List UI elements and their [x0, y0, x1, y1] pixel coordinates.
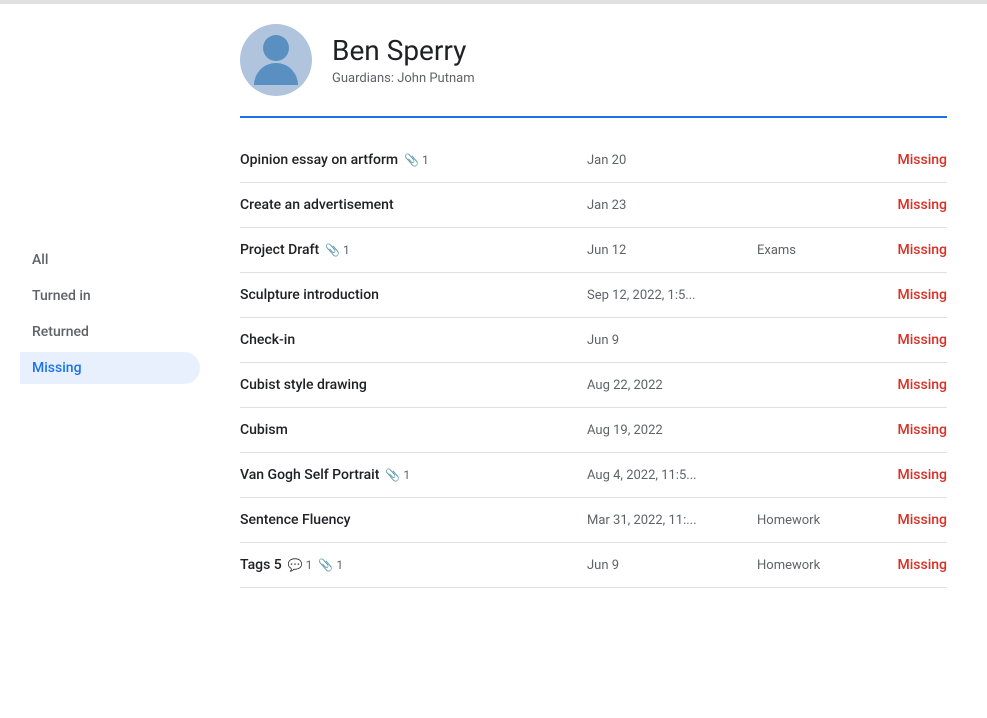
assignment-category: Exams	[757, 243, 857, 258]
table-row[interactable]: Cubism Aug 19, 2022 Missing	[240, 408, 947, 453]
assignment-title: Create an advertisement	[240, 197, 577, 213]
assignment-category: Homework	[757, 558, 857, 573]
table-row[interactable]: Tags 5💬 1📎 1Jun 9HomeworkMissing	[240, 543, 947, 588]
assignment-status: Missing	[867, 467, 947, 483]
profile-section: Ben Sperry Guardians: John Putnam	[240, 24, 947, 118]
assignment-status: Missing	[867, 422, 947, 438]
assignment-category: Homework	[757, 513, 857, 528]
assignment-status: Missing	[867, 512, 947, 528]
avatar-icon	[254, 35, 298, 85]
attachment-icon: 📎 1	[385, 468, 410, 482]
attachment-icon: 📎 1	[325, 243, 350, 257]
assignment-status: Missing	[867, 332, 947, 348]
comment-icon: 💬 1	[288, 558, 313, 572]
table-row[interactable]: Sentence Fluency Mar 31, 2022, 11:... Home…	[240, 498, 947, 543]
content-area: Ben Sperry Guardians: John Putnam Opinio…	[200, 24, 987, 588]
assignment-date: Jun 12	[587, 243, 747, 258]
assignment-date: Jun 9	[587, 558, 747, 573]
assignment-status: Missing	[867, 557, 947, 573]
profile-name: Ben Sperry	[332, 34, 475, 67]
assignment-date: Aug 19, 2022	[587, 423, 747, 438]
assignment-date: Aug 22, 2022	[587, 378, 747, 393]
assignment-date: Jan 20	[587, 153, 747, 168]
sidebar-item-missing[interactable]: Missing	[20, 352, 200, 384]
assignment-status: Missing	[867, 242, 947, 258]
sidebar-item-turned-in[interactable]: Turned in	[20, 280, 200, 312]
avatar-body	[254, 63, 298, 85]
profile-info: Ben Sperry Guardians: John Putnam	[332, 34, 475, 86]
assignment-status: Missing	[867, 377, 947, 393]
assignment-title: Cubist style drawing	[240, 377, 577, 393]
assignment-title: Sculpture introduction	[240, 287, 577, 303]
attachment-icon: 📎 1	[404, 153, 429, 167]
assignment-title: Sentence Fluency	[240, 512, 577, 528]
assignment-title: Cubism	[240, 422, 577, 438]
avatar	[240, 24, 312, 96]
assignment-status: Missing	[867, 152, 947, 168]
assignment-status: Missing	[867, 197, 947, 213]
attachment-icon: 📎 1	[318, 558, 343, 572]
assignment-title: Tags 5💬 1📎 1	[240, 557, 577, 573]
sidebar-item-all[interactable]: All	[20, 244, 200, 276]
table-row[interactable]: Cubist style drawing Aug 22, 2022 Missing	[240, 363, 947, 408]
avatar-head	[263, 35, 289, 61]
assignment-title: Van Gogh Self Portrait📎 1	[240, 467, 577, 483]
assignment-date: Jun 9	[587, 333, 747, 348]
sidebar: All Turned in Returned Missing	[0, 24, 200, 588]
assignment-date: Mar 31, 2022, 11:...	[587, 513, 747, 528]
assignment-title: Opinion essay on artform📎 1	[240, 152, 577, 168]
assignment-title: Check-in	[240, 332, 577, 348]
table-row[interactable]: Project Draft📎 1 Jun 12 Exams Missing	[240, 228, 947, 273]
table-row[interactable]: Check-in Jun 9 Missing	[240, 318, 947, 363]
table-row[interactable]: Opinion essay on artform📎 1 Jan 20 Missing	[240, 138, 947, 183]
assignments-table: Opinion essay on artform📎 1 Jan 20 Missing…	[240, 138, 947, 588]
assignment-date: Jan 23	[587, 198, 747, 213]
table-row[interactable]: Create an advertisement Jan 23 Missing	[240, 183, 947, 228]
table-row[interactable]: Sculpture introduction Sep 12, 2022, 1:5.…	[240, 273, 947, 318]
sidebar-item-returned[interactable]: Returned	[20, 316, 200, 348]
assignment-date: Aug 4, 2022, 11:5...	[587, 468, 747, 483]
table-row[interactable]: Van Gogh Self Portrait📎 1 Aug 4, 2022, 11…	[240, 453, 947, 498]
assignment-status: Missing	[867, 287, 947, 303]
profile-guardian: Guardians: John Putnam	[332, 71, 475, 86]
assignment-title: Project Draft📎 1	[240, 242, 577, 258]
assignment-date: Sep 12, 2022, 1:5...	[587, 288, 747, 303]
main-layout: All Turned in Returned Missing Ben Sperry G…	[0, 4, 987, 588]
